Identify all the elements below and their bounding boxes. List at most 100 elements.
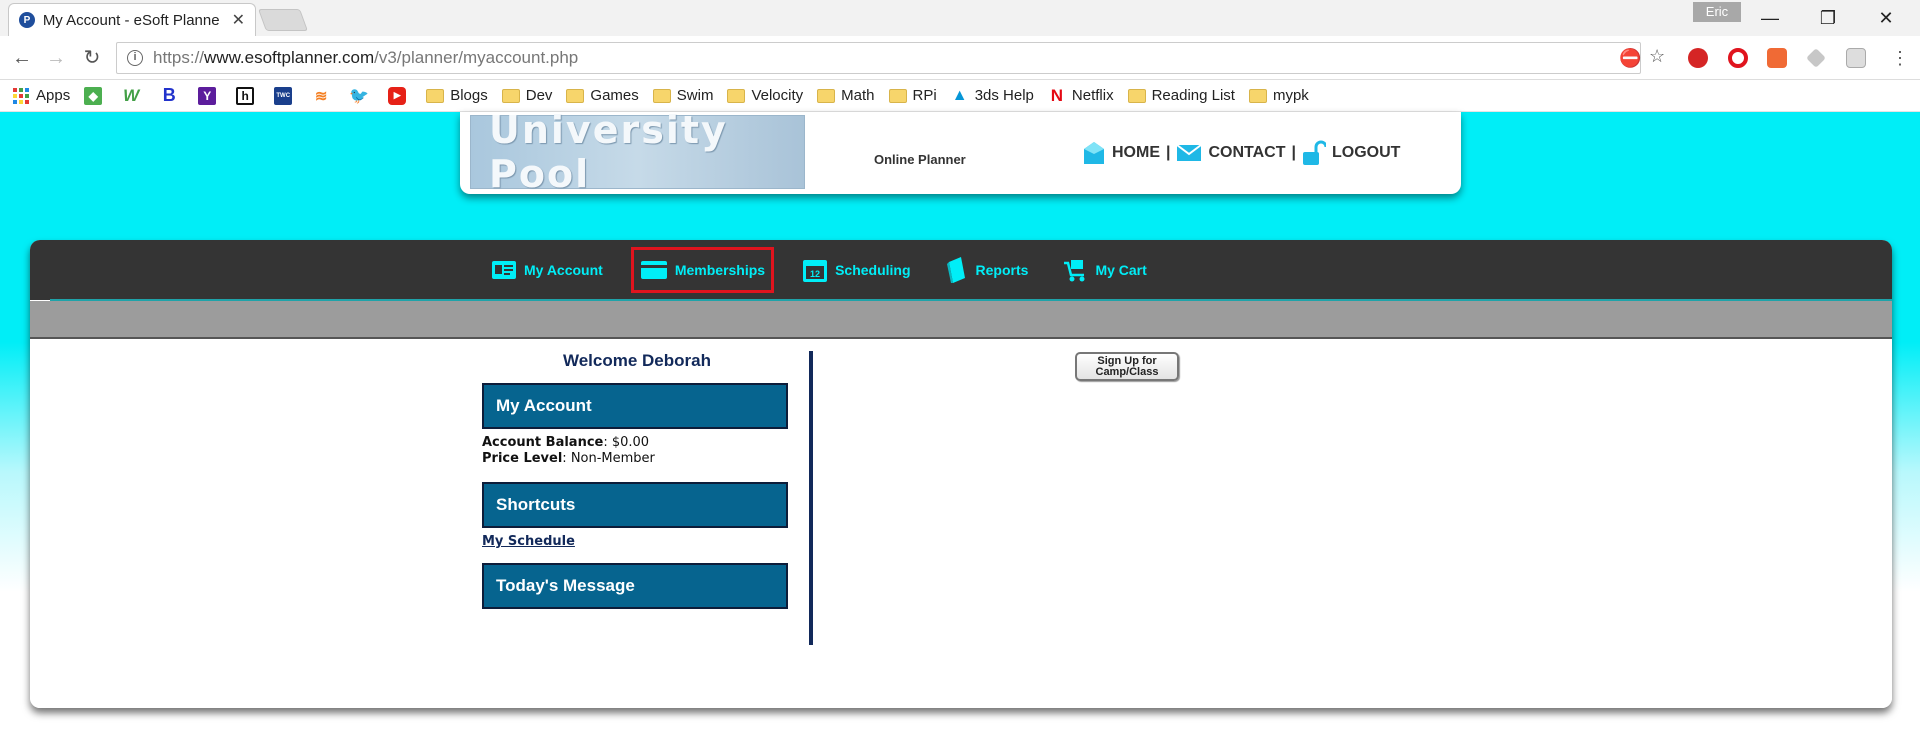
- bookmark-b[interactable]: B: [160, 85, 184, 105]
- nav-my-cart[interactable]: My Cart: [1056, 247, 1152, 293]
- sub-nav-bar: [30, 301, 1892, 339]
- profile-button[interactable]: Eric: [1693, 2, 1741, 22]
- forward-arrow-icon[interactable]: →: [42, 44, 70, 72]
- calendar-badge: 12: [810, 269, 820, 279]
- url-text: https://www.esoftplanner.com/v3/planner/…: [153, 48, 579, 67]
- sign-up-camp-class-button[interactable]: Sign Up for Camp/Class: [1075, 352, 1179, 381]
- bookmark-star-icon[interactable]: ☆: [1649, 46, 1665, 67]
- restore-icon[interactable]: ❐: [1808, 4, 1848, 32]
- bookmark-label: Netflix: [1071, 87, 1114, 104]
- back-arrow-icon[interactable]: ←: [8, 44, 36, 72]
- balance-label: Account Balance: [482, 435, 604, 450]
- bookmark-3ds-help[interactable]: ▲ 3ds Help: [951, 87, 1034, 105]
- bookmark-label: Reading List: [1151, 87, 1235, 104]
- bookmark-games[interactable]: Games: [566, 87, 639, 104]
- folder-icon: [1127, 88, 1146, 103]
- nav-scheduling[interactable]: 12 Scheduling: [796, 247, 916, 293]
- bookmark-label: Apps: [36, 87, 71, 104]
- my-account-panel-header: My Account: [482, 383, 788, 429]
- nav-my-account[interactable]: My Account: [485, 247, 609, 293]
- stack-icon: ≋: [314, 87, 328, 105]
- reload-icon[interactable]: ↻: [78, 44, 106, 72]
- autodesk-icon: ▲: [951, 86, 968, 104]
- address-toolbar: ← → ↻ i https://www.esoftplanner.com/v3/…: [0, 36, 1920, 80]
- folder-icon: [817, 88, 836, 103]
- bookmark-math[interactable]: Math: [817, 87, 875, 104]
- main-nav: My Account Memberships 12 Scheduling Rep…: [30, 240, 1892, 300]
- university-pool-logo[interactable]: University Pool: [470, 108, 805, 196]
- folder-icon: [888, 88, 907, 103]
- bookmark-w[interactable]: W: [122, 86, 146, 105]
- bookmark-twitter[interactable]: 🐦: [349, 87, 374, 105]
- contact-link[interactable]: CONTACT: [1176, 143, 1286, 163]
- blocked-content-icon[interactable]: ⛔: [1619, 48, 1641, 69]
- price-level-value: Non-Member: [570, 451, 655, 466]
- bookmark-velocity[interactable]: Velocity: [727, 87, 803, 104]
- site-subtitle: Online Planner: [874, 152, 966, 167]
- menu-kebab-icon[interactable]: ⋮: [1886, 44, 1914, 72]
- logout-link[interactable]: LOGOUT: [1302, 140, 1400, 166]
- header-links: HOME | CONTACT | LOGOUT: [1082, 140, 1400, 166]
- home-link[interactable]: HOME: [1082, 140, 1160, 166]
- book-icon: [946, 257, 965, 283]
- bookmark-rpi[interactable]: RPi: [888, 87, 937, 104]
- bookmark-label: Swim: [676, 87, 714, 104]
- opera-extension-icon[interactable]: [1728, 48, 1748, 68]
- my-schedule-link[interactable]: My Schedule: [482, 534, 792, 549]
- logo-text: University Pool: [489, 108, 728, 196]
- window-close-icon[interactable]: ✕: [1866, 4, 1906, 32]
- account-balance: Account Balance: $0.00: [482, 435, 650, 450]
- bookmark-yahoo[interactable]: Y: [198, 86, 222, 105]
- bookmark-reading-list[interactable]: Reading List: [1127, 87, 1235, 104]
- url-bar[interactable]: i https://www.esoftplanner.com/v3/planne…: [116, 42, 1665, 74]
- unlock-icon: [1303, 140, 1326, 165]
- folder-icon: [652, 88, 671, 103]
- bookmark-weather[interactable]: TWC: [274, 86, 298, 105]
- signup-line-2: Camp/Class: [1095, 366, 1159, 378]
- price-level: Price Level: Non-Member: [482, 451, 655, 466]
- youtube-icon: ▶: [388, 86, 407, 105]
- minimize-icon[interactable]: —: [1750, 4, 1790, 32]
- nav-label: Memberships: [674, 262, 766, 278]
- new-tab-button[interactable]: [257, 9, 309, 31]
- sidebar: Welcome Deborah My Account Account Balan…: [482, 341, 792, 609]
- price-level-label: Price Level: [482, 451, 563, 466]
- bookmark-youtube[interactable]: ▶: [388, 86, 412, 105]
- extension-red-icon[interactable]: [1688, 48, 1708, 68]
- bookmark-stack[interactable]: ≋: [312, 87, 336, 105]
- todays-message-panel-header: Today's Message: [482, 563, 788, 609]
- column-divider: [809, 351, 813, 645]
- folder-icon: [1248, 88, 1267, 103]
- bookmark-apps[interactable]: Apps: [12, 87, 70, 105]
- cube-extension-icon[interactable]: [1846, 48, 1866, 68]
- content-area: Welcome Deborah My Account Account Balan…: [30, 341, 1892, 708]
- bookmark-maps[interactable]: ◆: [84, 86, 108, 105]
- page-background: University Pool Online Planner HOME | CO…: [0, 108, 1920, 743]
- bookmark-mypk[interactable]: mypk: [1248, 87, 1309, 104]
- bookmark-label: Dev: [525, 87, 553, 104]
- folder-icon: [501, 88, 520, 103]
- bookmark-netflix[interactable]: N Netflix: [1048, 86, 1114, 105]
- balance-value: $0.00: [611, 435, 650, 450]
- bookmark-label: Math: [841, 87, 875, 104]
- browser-tab-active[interactable]: P My Account - eSoft Planne ✕: [8, 3, 256, 36]
- nav-label: Scheduling: [835, 262, 911, 278]
- nav-reports[interactable]: Reports: [939, 247, 1035, 293]
- tab-close-icon[interactable]: ✕: [232, 10, 245, 30]
- main-frame: My Account Memberships 12 Scheduling Rep…: [30, 240, 1892, 708]
- nav-memberships[interactable]: Memberships: [630, 247, 775, 293]
- dropbox-extension-icon[interactable]: [1806, 48, 1826, 68]
- bookmarks-bar: Apps ◆ W B Y h TWC ≋ 🐦 ▶ Blogs Dev Games…: [0, 80, 1920, 112]
- link-separator: |: [1166, 144, 1171, 161]
- envelope-icon: [1176, 144, 1203, 161]
- plus-extension-icon[interactable]: [1767, 48, 1787, 68]
- google-maps-icon: ◆: [84, 86, 103, 105]
- bookmark-dev[interactable]: Dev: [501, 87, 553, 104]
- h-icon: h: [236, 86, 255, 105]
- logout-link-label: LOGOUT: [1332, 144, 1401, 161]
- site-info-icon[interactable]: i: [127, 50, 143, 66]
- bookmark-h[interactable]: h: [236, 86, 260, 105]
- bookmark-swim[interactable]: Swim: [652, 87, 714, 104]
- id-card-icon: [492, 261, 516, 279]
- bookmark-blogs[interactable]: Blogs: [426, 87, 488, 104]
